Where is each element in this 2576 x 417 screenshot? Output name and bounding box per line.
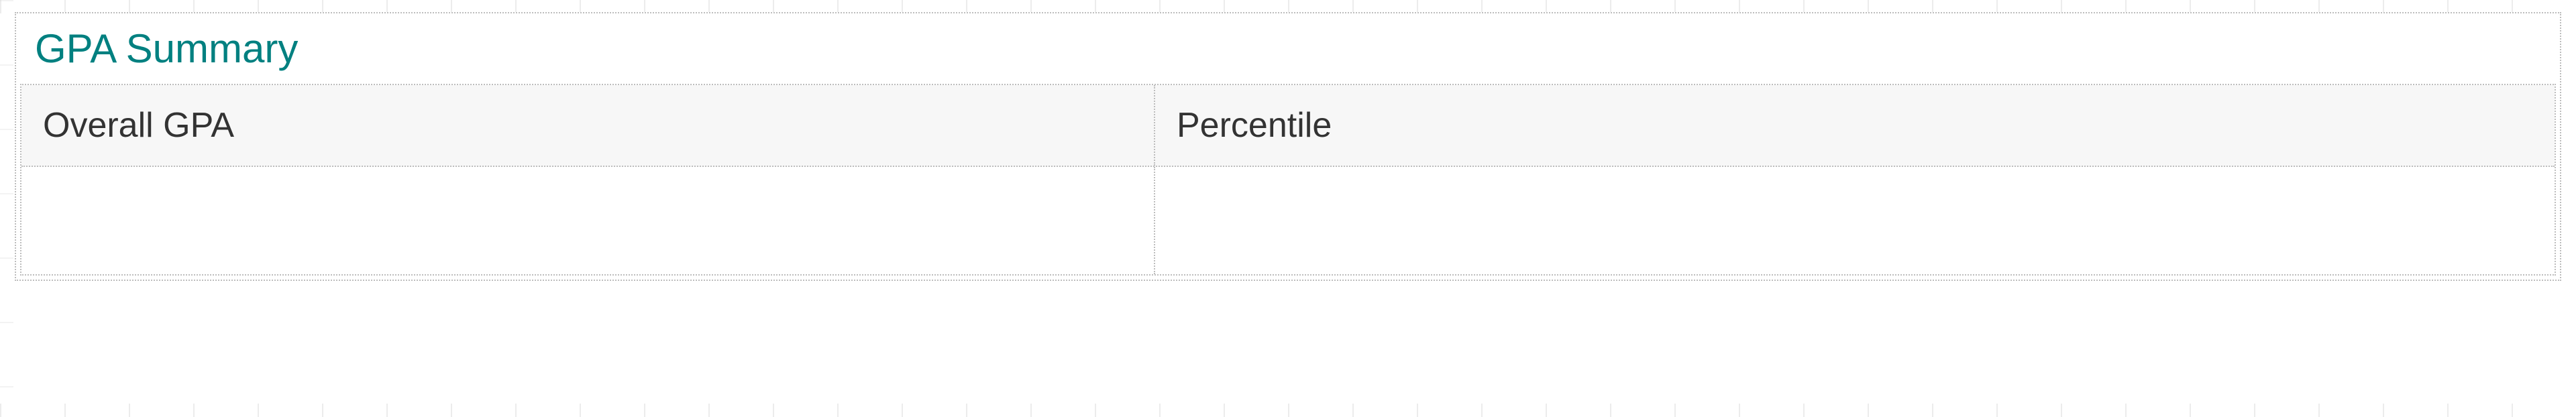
cell-percentile-value	[1155, 167, 2555, 274]
cell-overall-gpa-value	[21, 167, 1155, 274]
gpa-summary-panel: GPA Summary Overall GPA Percentile	[15, 12, 2561, 281]
panel-title: GPA Summary	[16, 13, 2560, 84]
ruler-left	[0, 0, 13, 417]
gpa-summary-table: Overall GPA Percentile	[20, 84, 2556, 276]
ruler-bottom	[0, 404, 2576, 417]
table-header-row: Overall GPA Percentile	[21, 85, 2555, 167]
column-header-overall-gpa: Overall GPA	[21, 85, 1155, 166]
column-header-percentile: Percentile	[1155, 85, 2555, 166]
ruler-top	[0, 0, 2576, 13]
table-row	[21, 167, 2555, 274]
